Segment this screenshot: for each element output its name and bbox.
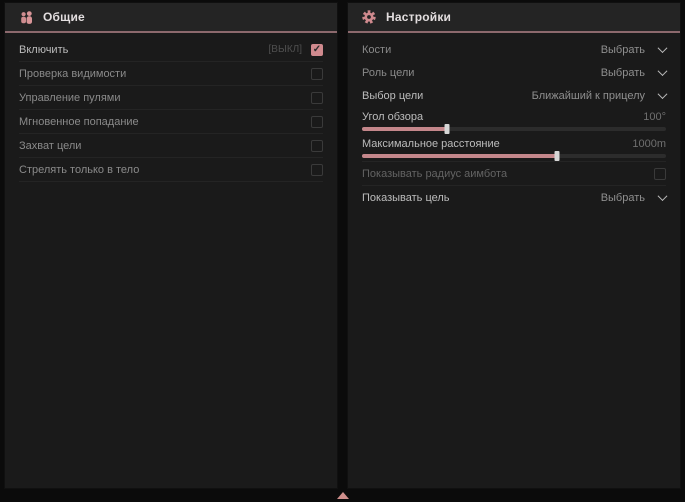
slider-track[interactable]: [362, 127, 666, 131]
checkbox-shoot-body-only[interactable]: [311, 164, 323, 176]
slider-fill: [362, 127, 447, 131]
row-target-select[interactable]: Выбор целиБлижайший к прицелу: [362, 84, 666, 107]
slider-track[interactable]: [362, 154, 666, 158]
checkbox-label: Захват цели: [19, 140, 311, 152]
checkbox-visibility-check[interactable]: [311, 68, 323, 80]
row-show-target[interactable]: Показывать цельВыбрать: [362, 186, 666, 209]
check-icon: ✓: [313, 45, 321, 55]
row-target-role[interactable]: Роль целиВыбрать: [362, 61, 666, 84]
dropdown-value: Выбрать: [601, 44, 645, 56]
chevron-down-icon: [658, 89, 668, 99]
row-enable[interactable]: Включить[ВЫКЛ] ✓: [19, 38, 323, 62]
gear-icon: [361, 9, 377, 25]
panel-title: Общие: [43, 10, 85, 24]
dropdown-value: Выбрать: [601, 67, 645, 79]
triangle-up-icon[interactable]: [337, 492, 349, 499]
slider-value: 1000m: [632, 138, 666, 150]
dropdown-label: Кости: [362, 44, 601, 56]
dropdown-show-target[interactable]: Выбрать: [601, 192, 666, 204]
checkbox-label: Проверка видимости: [19, 68, 311, 80]
slider-value: 100°: [643, 111, 666, 123]
panel-general-header: Общие: [5, 3, 337, 33]
panel-general-rows: Включить[ВЫКЛ] ✓ Проверка видимости Управле…: [5, 33, 337, 182]
row-shoot-body-only[interactable]: Стрелять только в тело: [19, 158, 323, 182]
dropdown-label: Выбор цели: [362, 90, 532, 102]
dropdown-label: Роль цели: [362, 67, 601, 79]
panel-general: Общие Включить[ВЫКЛ] ✓ Проверка видимости У…: [4, 2, 338, 489]
chevron-down-icon: [658, 191, 668, 201]
checkbox-label: Управление пулями: [19, 92, 311, 104]
panel-title: Настройки: [386, 10, 451, 24]
chevron-down-icon: [658, 66, 668, 76]
checkbox-label: Мгновенное попадание: [19, 116, 311, 128]
checkbox-label: Стрелять только в тело: [19, 164, 311, 176]
people-icon: [18, 9, 34, 25]
row-show-aimbot-radius[interactable]: Показывать радиус аимбота: [362, 161, 666, 186]
checkbox-show-aimbot-radius[interactable]: [654, 168, 666, 180]
dropdown-value: Выбрать: [601, 192, 645, 204]
slider-handle[interactable]: [554, 151, 559, 161]
slider-label: Максимальное расстояние: [362, 138, 632, 150]
dropdown-bones[interactable]: Выбрать: [601, 44, 666, 56]
panel-settings-rows: КостиВыбратьРоль целиВыбратьВыбор целиБл…: [348, 33, 680, 209]
checkbox-label: Показывать радиус аимбота: [362, 168, 654, 180]
row-fov[interactable]: Угол обзора100°: [362, 107, 666, 134]
dropdown-label: Показывать цель: [362, 192, 601, 204]
dropdown-value: Ближайший к прицелу: [532, 90, 645, 102]
checkbox-enable[interactable]: ✓: [311, 44, 323, 56]
dropdown-target-role[interactable]: Выбрать: [601, 67, 666, 79]
dropdown-target-select[interactable]: Ближайший к прицелу: [532, 90, 666, 102]
row-visibility-check[interactable]: Проверка видимости: [19, 62, 323, 86]
checkbox-target-lock[interactable]: [311, 140, 323, 152]
checkbox-bullet-control[interactable]: [311, 92, 323, 104]
slider-label: Угол обзора: [362, 111, 643, 123]
row-instant-hit[interactable]: Мгновенное попадание: [19, 110, 323, 134]
row-bones[interactable]: КостиВыбрать: [362, 38, 666, 61]
hotkey-label[interactable]: [ВЫКЛ]: [269, 44, 302, 55]
chevron-down-icon: [658, 43, 668, 53]
row-target-lock[interactable]: Захват цели: [19, 134, 323, 158]
checkbox-label: Включить: [19, 44, 269, 56]
panel-settings-header: Настройки: [348, 3, 680, 33]
row-max-distance[interactable]: Максимальное расстояние1000m: [362, 134, 666, 161]
panel-settings: Настройки КостиВыбратьРоль целиВыбратьВы…: [347, 2, 681, 489]
checkbox-instant-hit[interactable]: [311, 116, 323, 128]
slider-handle[interactable]: [445, 124, 450, 134]
slider-fill: [362, 154, 557, 158]
row-bullet-control[interactable]: Управление пулями: [19, 86, 323, 110]
